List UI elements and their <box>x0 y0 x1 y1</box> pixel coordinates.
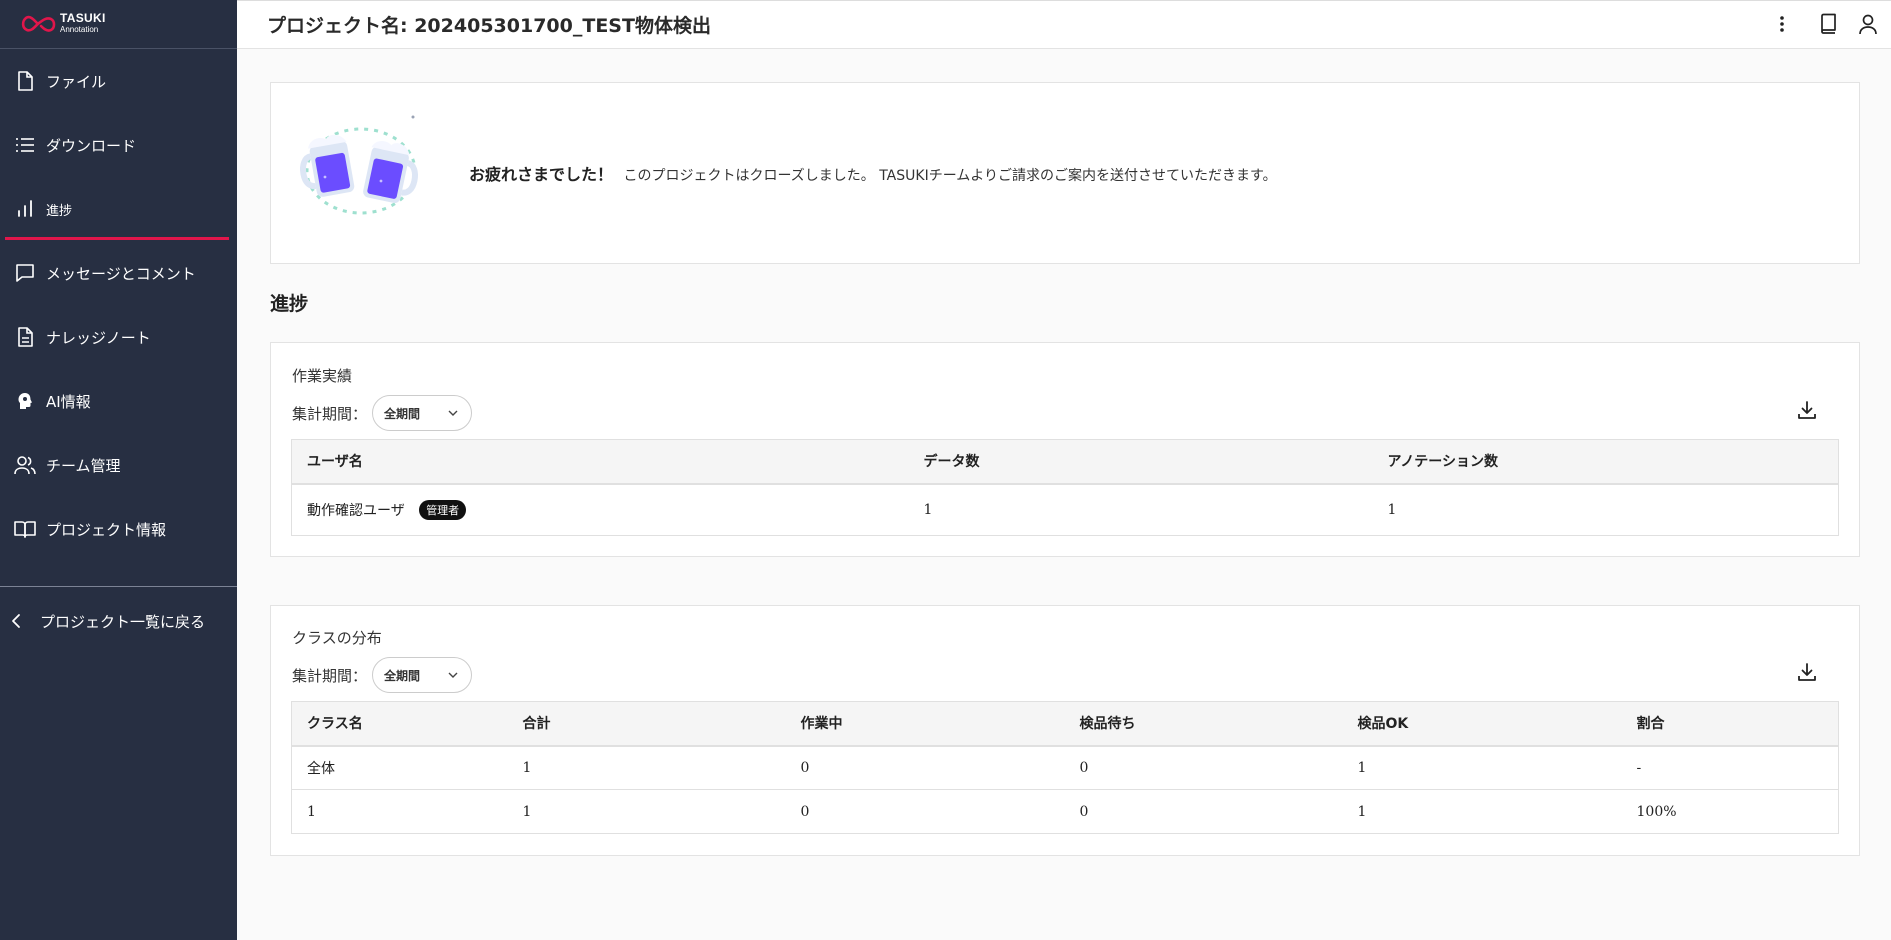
ai-head-icon <box>13 389 37 413</box>
sidebar-item-team[interactable]: チーム管理 <box>0 433 237 497</box>
column-header: データ数 <box>908 439 1373 485</box>
period-select-value: 全期間 <box>384 406 421 421</box>
sidebar-item-label: メッセージとコメント <box>46 264 196 283</box>
chevron-down-icon <box>447 407 459 421</box>
performance-card: 作業実績 集計期間： 全期間 ユーザ名 データ数 アノテーション数 動作確認ユー… <box>270 342 1860 557</box>
awaiting-inspection-cell: 0 <box>1064 789 1343 834</box>
awaiting-inspection-cell: 0 <box>1064 745 1343 790</box>
team-icon <box>13 453 37 477</box>
class-distribution-card: クラスの分布 集計期間： 全期間 クラス名 合計 作業中 検品待ち 検品OK 割… <box>270 605 1860 856</box>
column-header: 作業中 <box>785 701 1065 747</box>
total-cell: 1 <box>507 745 786 790</box>
inspection-ok-cell: 1 <box>1342 745 1622 790</box>
performance-table: ユーザ名 データ数 アノテーション数 動作確認ユーザ 管理者 1 1 <box>291 439 1839 536</box>
column-header: 検品OK <box>1342 701 1622 747</box>
message-icon <box>13 261 37 285</box>
sidebar-item-ai-info[interactable]: AI情報 <box>0 369 237 433</box>
project-closed-banner: お疲れさまでした！ このプロジェクトはクローズしました。 TASUKIチームより… <box>270 82 1860 264</box>
section-title: 進捗 <box>270 293 309 315</box>
more-vertical-icon[interactable] <box>1770 12 1794 36</box>
ratio-cell: - <box>1621 745 1839 790</box>
role-badge: 管理者 <box>419 499 467 520</box>
bar-chart-icon <box>13 197 37 221</box>
user-account-icon[interactable] <box>1856 12 1880 36</box>
beer-toast-illustration <box>295 105 423 233</box>
user-name-cell: 動作確認ユーザ 管理者 <box>291 483 909 536</box>
distribution-download-icon[interactable] <box>1793 658 1821 686</box>
page-title: プロジェクト名: 202405301700_TEST物体検出 <box>267 15 711 37</box>
annotation-count-cell: 1 <box>1372 483 1839 536</box>
sidebar-item-messages[interactable]: メッセージとコメント <box>0 241 237 305</box>
sidebar-item-label: プロジェクト情報 <box>46 520 167 539</box>
class-name-cell: 1 <box>291 789 508 834</box>
back-to-project-list[interactable]: プロジェクト一覧に戻る <box>10 603 205 639</box>
total-cell: 1 <box>507 789 786 834</box>
column-header: 検品待ち <box>1064 701 1343 747</box>
sidebar: TASUKI Annotation ファイル ダウンロード 進捗 メッセージとコ… <box>0 0 237 940</box>
performance-period: 集計期間： 全期間 <box>292 395 473 431</box>
logo[interactable]: TASUKI Annotation <box>0 0 237 49</box>
table-row: 全体 1 0 0 1 - <box>291 745 1839 790</box>
chevron-left-icon <box>10 613 32 629</box>
data-count-cell: 1 <box>908 483 1373 536</box>
performance-download-icon[interactable] <box>1793 396 1821 424</box>
distribution-title: クラスの分布 <box>292 629 382 647</box>
sidebar-item-progress[interactable]: 進捗 <box>0 177 237 241</box>
sidebar-item-project-info[interactable]: プロジェクト情報 <box>0 497 237 561</box>
column-header: 割合 <box>1621 701 1839 747</box>
banner-message-text: このプロジェクトはクローズしました。 TASUKIチームよりご請求のご案内を送付… <box>623 168 1277 184</box>
period-select-value: 全期間 <box>384 668 421 683</box>
book-icon[interactable] <box>1816 12 1840 36</box>
distribution-period-select[interactable]: 全期間 <box>372 657 473 693</box>
logo-name: TASUKI <box>60 11 106 25</box>
ratio-cell: 100% <box>1621 789 1839 834</box>
logo-subtitle: Annotation <box>60 25 99 34</box>
sidebar-item-label: AI情報 <box>46 392 91 411</box>
top-header: プロジェクト名: 202405301700_TEST物体検出 <box>237 0 1891 49</box>
table-row: 1 1 0 0 1 100% <box>291 789 1839 834</box>
list-icon <box>13 133 37 157</box>
performance-title: 作業実績 <box>292 367 353 385</box>
distribution-period: 集計期間： 全期間 <box>292 657 473 693</box>
tasuki-logo-icon <box>20 12 58 36</box>
sidebar-item-label: 進捗 <box>46 203 73 219</box>
period-label: 集計期間： <box>292 404 368 423</box>
class-name-cell: 全体 <box>291 745 508 790</box>
table-header-row: クラス名 合計 作業中 検品待ち 検品OK 割合 <box>291 701 1839 747</box>
sidebar-item-label: ダウンロード <box>46 136 137 155</box>
period-label: 集計期間： <box>292 666 368 685</box>
in-progress-cell: 0 <box>785 789 1065 834</box>
document-icon <box>13 325 37 349</box>
banner-message: お疲れさまでした！ このプロジェクトはクローズしました。 TASUKIチームより… <box>469 161 1277 185</box>
sidebar-item-download[interactable]: ダウンロード <box>0 113 237 177</box>
sidebar-divider <box>0 586 237 587</box>
performance-period-select[interactable]: 全期間 <box>372 395 473 431</box>
column-header: クラス名 <box>291 701 508 747</box>
chevron-down-icon <box>447 669 459 683</box>
sidebar-item-label: ファイル <box>46 72 107 91</box>
back-label: プロジェクト一覧に戻る <box>40 612 206 631</box>
table-row: 動作確認ユーザ 管理者 1 1 <box>291 483 1839 536</box>
sidebar-item-label: チーム管理 <box>46 456 121 475</box>
class-distribution-table: クラス名 合計 作業中 検品待ち 検品OK 割合 全体 1 0 0 1 - 1 … <box>291 701 1839 834</box>
column-header: アノテーション数 <box>1372 439 1839 485</box>
sidebar-item-file[interactable]: ファイル <box>0 49 237 113</box>
column-header: 合計 <box>507 701 786 747</box>
in-progress-cell: 0 <box>785 745 1065 790</box>
table-header-row: ユーザ名 データ数 アノテーション数 <box>291 439 1839 485</box>
column-header: ユーザ名 <box>291 439 909 485</box>
sidebar-item-knowledge[interactable]: ナレッジノート <box>0 305 237 369</box>
inspection-ok-cell: 1 <box>1342 789 1622 834</box>
book-open-icon <box>13 517 37 541</box>
sidebar-nav: ファイル ダウンロード 進捗 メッセージとコメント ナレッジノート AI情報 チ… <box>0 49 237 561</box>
file-icon <box>13 69 37 93</box>
sidebar-item-label: ナレッジノート <box>46 328 151 347</box>
banner-message-bold: お疲れさまでした！ <box>469 165 614 184</box>
user-name: 動作確認ユーザ <box>307 502 405 519</box>
